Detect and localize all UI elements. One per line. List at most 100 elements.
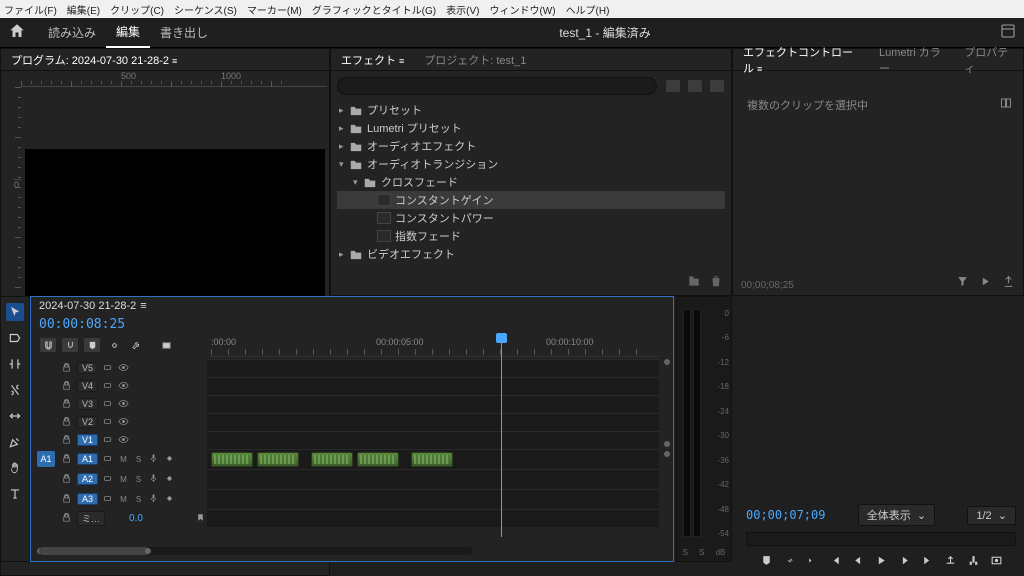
- tree-item[interactable]: ▸プリセット: [337, 101, 725, 119]
- tab-project[interactable]: プロジェクト: test_1: [414, 49, 536, 71]
- toggle-track-output-icon[interactable]: [102, 473, 114, 485]
- track-content[interactable]: [207, 359, 659, 377]
- track-label[interactable]: V3: [77, 398, 98, 410]
- track-content[interactable]: [207, 395, 659, 413]
- marker-button[interactable]: [83, 337, 101, 353]
- track-label[interactable]: V5: [77, 362, 98, 374]
- timeline-horizontal-scroll[interactable]: [39, 547, 473, 555]
- source-patch[interactable]: A1: [37, 451, 55, 467]
- program-scrub-bar[interactable]: [746, 532, 1016, 546]
- solo-button[interactable]: S: [133, 455, 144, 464]
- mute-button[interactable]: M: [118, 455, 129, 464]
- eye-icon[interactable]: [118, 416, 130, 428]
- meter-solo-l[interactable]: S: [683, 548, 688, 557]
- home-icon[interactable]: [8, 22, 38, 43]
- lock-icon[interactable]: [61, 362, 73, 374]
- lock-icon[interactable]: [61, 380, 73, 392]
- share-icon[interactable]: [1002, 275, 1015, 291]
- audio-clip[interactable]: [211, 452, 253, 467]
- extract-button[interactable]: [967, 554, 980, 570]
- audio-clip[interactable]: [411, 452, 453, 467]
- pen-tool[interactable]: [6, 433, 24, 451]
- tree-item[interactable]: 指数フェード: [337, 227, 725, 245]
- audio-clip[interactable]: [357, 452, 399, 467]
- add-marker-button[interactable]: [760, 554, 773, 570]
- audio-clip[interactable]: [311, 452, 353, 467]
- play-only-icon[interactable]: [979, 275, 992, 291]
- mark-out-button[interactable]: [806, 554, 819, 570]
- snap-button[interactable]: [39, 337, 57, 353]
- meter-solo-r[interactable]: S: [699, 548, 704, 557]
- track-label[interactable]: A2: [77, 473, 98, 485]
- tree-item[interactable]: ▾クロスフェード: [337, 173, 725, 191]
- linked-selection-button[interactable]: [61, 337, 79, 353]
- workspace-icon[interactable]: [992, 23, 1016, 42]
- wrench-button[interactable]: [127, 337, 145, 353]
- mix-label[interactable]: ミ…: [77, 511, 105, 526]
- voice-over-icon[interactable]: [148, 453, 160, 465]
- eye-icon[interactable]: [118, 398, 130, 410]
- menu-help[interactable]: ヘルプ(H): [566, 2, 610, 17]
- timeline-vertical-zoom[interactable]: [663, 359, 671, 537]
- track-content[interactable]: [207, 469, 659, 489]
- track-label[interactable]: V2: [77, 416, 98, 428]
- menu-file[interactable]: ファイル(F): [4, 2, 57, 17]
- zoom-select[interactable]: 1/2 ⌄: [967, 506, 1016, 525]
- tree-item[interactable]: ▸ビデオエフェクト: [337, 245, 725, 263]
- menu-clip[interactable]: クリップ(C): [110, 2, 164, 17]
- lock-icon[interactable]: [61, 493, 73, 505]
- track-label[interactable]: V4: [77, 380, 98, 392]
- lock-icon[interactable]: [61, 512, 73, 524]
- effects-filter-icon-2[interactable]: [687, 79, 703, 93]
- mark-in-button[interactable]: [783, 554, 796, 570]
- timeline-ruler[interactable]: :00:0000:00:05:0000:00:10:00: [211, 335, 659, 357]
- tab-effects[interactable]: エフェクト≡: [331, 49, 414, 71]
- ripple-edit-tool[interactable]: [6, 355, 24, 373]
- new-bin-icon[interactable]: [687, 274, 701, 291]
- track-content[interactable]: [207, 489, 659, 509]
- eye-icon[interactable]: [118, 380, 130, 392]
- lock-icon[interactable]: [61, 416, 73, 428]
- toggle-track-output-icon[interactable]: [102, 398, 114, 410]
- effects-search-input[interactable]: [337, 77, 657, 95]
- menu-window[interactable]: ウィンドウ(W): [489, 2, 555, 17]
- menu-marker[interactable]: マーカー(M): [247, 2, 302, 17]
- track-label[interactable]: V1: [77, 434, 98, 446]
- voice-over-icon[interactable]: [148, 493, 160, 505]
- track-content[interactable]: [207, 431, 659, 449]
- keyframe-icon[interactable]: [164, 493, 176, 505]
- tab-export[interactable]: 書き出し: [150, 18, 218, 47]
- insert-button[interactable]: [157, 337, 175, 353]
- toggle-track-output-icon[interactable]: [102, 434, 114, 446]
- track-label[interactable]: A1: [77, 453, 98, 465]
- tree-item[interactable]: コンスタントパワー: [337, 209, 725, 227]
- program-timecode[interactable]: 00;00;07;09: [746, 508, 825, 522]
- eye-icon[interactable]: [118, 434, 130, 446]
- step-back-button[interactable]: [852, 554, 865, 570]
- audio-clip[interactable]: [257, 452, 299, 467]
- toggle-track-output-icon[interactable]: [102, 453, 114, 465]
- menu-graphics[interactable]: グラフィックとタイトル(G): [312, 2, 436, 17]
- keyframe-icon[interactable]: [164, 453, 176, 465]
- selection-tool[interactable]: [6, 303, 24, 321]
- lift-button[interactable]: [944, 554, 957, 570]
- lock-icon[interactable]: [61, 473, 73, 485]
- slip-tool[interactable]: [6, 407, 24, 425]
- toggle-track-output-icon[interactable]: [102, 493, 114, 505]
- go-to-in-button[interactable]: [829, 554, 842, 570]
- mute-button[interactable]: M: [118, 495, 129, 504]
- track-select-tool[interactable]: [6, 329, 24, 347]
- tab-program[interactable]: プログラム: 2024-07-30 21-28-2≡: [1, 49, 187, 71]
- effects-filter-icon-1[interactable]: [665, 79, 681, 93]
- voice-over-icon[interactable]: [148, 473, 160, 485]
- eye-icon[interactable]: [118, 362, 130, 374]
- ec-layout-icon[interactable]: [999, 97, 1013, 113]
- effects-tree[interactable]: ▸プリセット▸Lumetri プリセット▸オーディオエフェクト▾オーディオトラン…: [337, 101, 725, 263]
- toggle-track-output-icon[interactable]: [102, 380, 114, 392]
- track-content[interactable]: [207, 377, 659, 395]
- export-frame-button[interactable]: [990, 554, 1003, 570]
- play-button[interactable]: [875, 554, 888, 570]
- lock-icon[interactable]: [61, 453, 73, 465]
- sequence-name[interactable]: 2024-07-30 21-28-2: [39, 300, 136, 312]
- step-fwd-button[interactable]: [898, 554, 911, 570]
